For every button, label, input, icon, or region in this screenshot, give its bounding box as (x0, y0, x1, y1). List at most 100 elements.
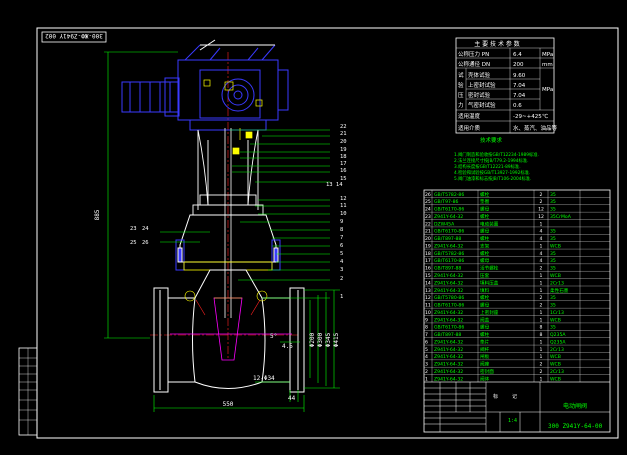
bom-cell-qty: 1 (540, 221, 543, 227)
spec-value-seal: 7.04 (513, 93, 526, 99)
dim-length: 550 (223, 401, 234, 408)
bom-row: 6 Z941Y-64-32 垫片 1 Q235A (425, 338, 566, 345)
bom-cell-name: 垫片 (480, 338, 490, 345)
bom-row: 7 GB/T897-88 螺柱 8 Q235A (425, 331, 566, 338)
callout-3: 3 (340, 267, 343, 273)
bom-cell-mat: Q235A (550, 339, 566, 345)
callout-18: 18 (340, 154, 347, 160)
bom-row: 18 GB/T5782-86 螺栓 4 35 (425, 250, 556, 257)
bom-cell-name: 阀盖 (480, 316, 490, 323)
bom-cell-name: 填料压盖 (480, 279, 499, 286)
spec-unit-dn: mm (542, 62, 553, 68)
title-block-title: 电动闸阀 (563, 402, 587, 410)
bom-cell-qty: 1 (540, 317, 543, 323)
drawing-number-box: 300-ЖФ-Z941Y 002 (41, 31, 107, 43)
bom-cell-name: 压套 (480, 272, 490, 279)
note-line-2: 2.法兰连接尺寸按JB/T79.2-1994标准. (454, 157, 528, 164)
bom-row: 8 GB/T6170-86 螺母 8 35 (425, 324, 556, 331)
callout-10: 10 (340, 211, 347, 217)
bom-row: 11 GB/T6170-86 螺母 2 35 (425, 302, 556, 309)
bom-cell-name: 填料 (480, 287, 490, 294)
bom-cell-mat: 35 (550, 192, 556, 198)
bom-cell-name: 阀杆 (480, 346, 490, 353)
bom-cell-mat: 35 (550, 199, 556, 205)
bom-cell-name: 螺母 (480, 206, 490, 213)
bom-cell-code: Z941Y-64-32 (434, 339, 463, 345)
bom-row: 19 Z941Y-64-32 支架 1 WCB (425, 242, 561, 249)
bom-cell-mat: 35 (550, 251, 556, 257)
bom-cell-code: GB/T897-88 (434, 236, 461, 242)
electric-actuator (121, 39, 289, 131)
note-line-1: 1.阀门制造和验收按GB/T12234-1989标准. (454, 151, 539, 158)
cad-drawing-canvas[interactable]: 300-ЖФ-Z941Y 002 885 550 12-Φ34 Φ200 Φ30… (0, 0, 627, 455)
bom-cell-no: 19 (425, 243, 431, 249)
bom-cell-code: GB/T897-88 (434, 266, 461, 272)
spec-label-air: 气密封试验 (468, 101, 496, 109)
spec-value-temp: -29~+425 (513, 114, 542, 120)
bom-cell-qty: 4 (540, 258, 543, 264)
bom-cell-no: 18 (425, 251, 431, 257)
bom-cell-code: Z941Y-64-32 (434, 369, 463, 375)
bom-cell-code: Z941Y-64-32 (434, 354, 463, 360)
bom-cell-qty: 2 (540, 266, 543, 272)
bom-row: 13 Z941Y-64-32 填料 1 柔性石墨 (425, 287, 569, 294)
callout-8: 8 (340, 227, 343, 233)
bom-cell-name: 螺柱 (480, 331, 490, 338)
bom-cell-name: 阀体 (480, 375, 490, 382)
note-line-4: 4.检验和试验按GB/T13927-1992标准. (454, 169, 530, 176)
bom-cell-mat: WCB (550, 243, 561, 249)
bom-row: 3 Z941Y-64-32 阀座 2 WCB (425, 361, 561, 368)
bom-cell-no: 16 (425, 266, 431, 272)
bom-row: 10 Z941Y-64-32 上密封座 1 1Cr13 (425, 309, 564, 316)
callout-21: 21 (340, 131, 347, 137)
bom-cell-qty: 12 (538, 207, 544, 213)
bom-cell-no: 20 (425, 236, 431, 242)
notes-title: 技术要求 (480, 136, 503, 144)
spec-label-seal: 密封试验 (468, 91, 491, 99)
bom-cell-mat: 2Cr13 (550, 369, 564, 375)
title-block-char-2: 记 (512, 393, 517, 400)
bom-cell-no: 26 (425, 192, 431, 198)
bom-cell-name: 闸板 (480, 353, 490, 360)
bom-cell-mat: 2Cr13 (550, 347, 564, 353)
bom-cell-qty: 2 (540, 295, 543, 301)
bom-cell-name: 阀座 (480, 361, 490, 368)
bom-cell-qty: 2 (540, 192, 543, 198)
callout-24: 24 (142, 226, 149, 232)
bom-cell-qty: 2 (540, 362, 543, 368)
bom-cell-code: GB/T5780-86 (434, 295, 464, 301)
bom-cell-no: 12 (425, 295, 431, 301)
bom-row: 14 Z941Y-64-32 填料压盖 1 2Cr13 (425, 279, 564, 286)
bom-cell-name: 电动装置 (480, 220, 499, 227)
bom-cell-name: 上密封座 (480, 309, 499, 316)
spec-unit-pn: MPa (542, 52, 553, 58)
spec-side-char-4: 力 (458, 101, 464, 109)
callout-26: 26 (142, 240, 149, 246)
note-line-5: 5.阀门油漆和标志按JB/T106-2004标准. (454, 175, 531, 182)
dim-t1: 44 (288, 395, 296, 402)
bom-cell-code: Z941Y-64-32 (434, 310, 463, 316)
bom-cell-code: GB/T97-86 (434, 199, 458, 205)
bom-cell-name: 螺母 (480, 324, 490, 331)
dim-d2: Φ300 (317, 332, 324, 347)
bom-cell-mat: 柔性石墨 (550, 287, 569, 294)
bom-cell-code: Z941Y-64-32 (434, 347, 463, 353)
bom-cell-mat: 35 (550, 229, 556, 235)
bom-row: 25 GB/T97-86 垫圈 2 35 (425, 198, 556, 205)
bom-cell-mat: 35 (550, 325, 556, 331)
spec-table: 主 要 技 术 参 数 公称压力 PN 6.4 MPa 公称通径 DN 200 … (455, 37, 558, 134)
bom-cell-no: 11 (425, 303, 431, 309)
drawing-frame (18, 27, 619, 439)
bom-cell-code: Z941Y-64-32 (434, 288, 463, 294)
spec-label-upper: 上密封试验 (468, 81, 496, 89)
bom-cell-qty: 2 (540, 199, 543, 205)
callout-12: 12 (340, 196, 347, 202)
bom-cell-no: 1 (425, 376, 428, 382)
bom-cell-no: 2 (425, 369, 428, 375)
callout-16: 16 (340, 168, 347, 174)
dim-bolt: 12-Φ34 (253, 375, 275, 382)
bom-cell-no: 13 (425, 288, 431, 294)
bom-cell-no: 22 (425, 221, 431, 227)
bom-row: 17 GB/T6170-86 螺母 4 35 (425, 257, 556, 264)
bom-row: 20 GB/T897-88 螺柱 4 35 (425, 235, 556, 242)
